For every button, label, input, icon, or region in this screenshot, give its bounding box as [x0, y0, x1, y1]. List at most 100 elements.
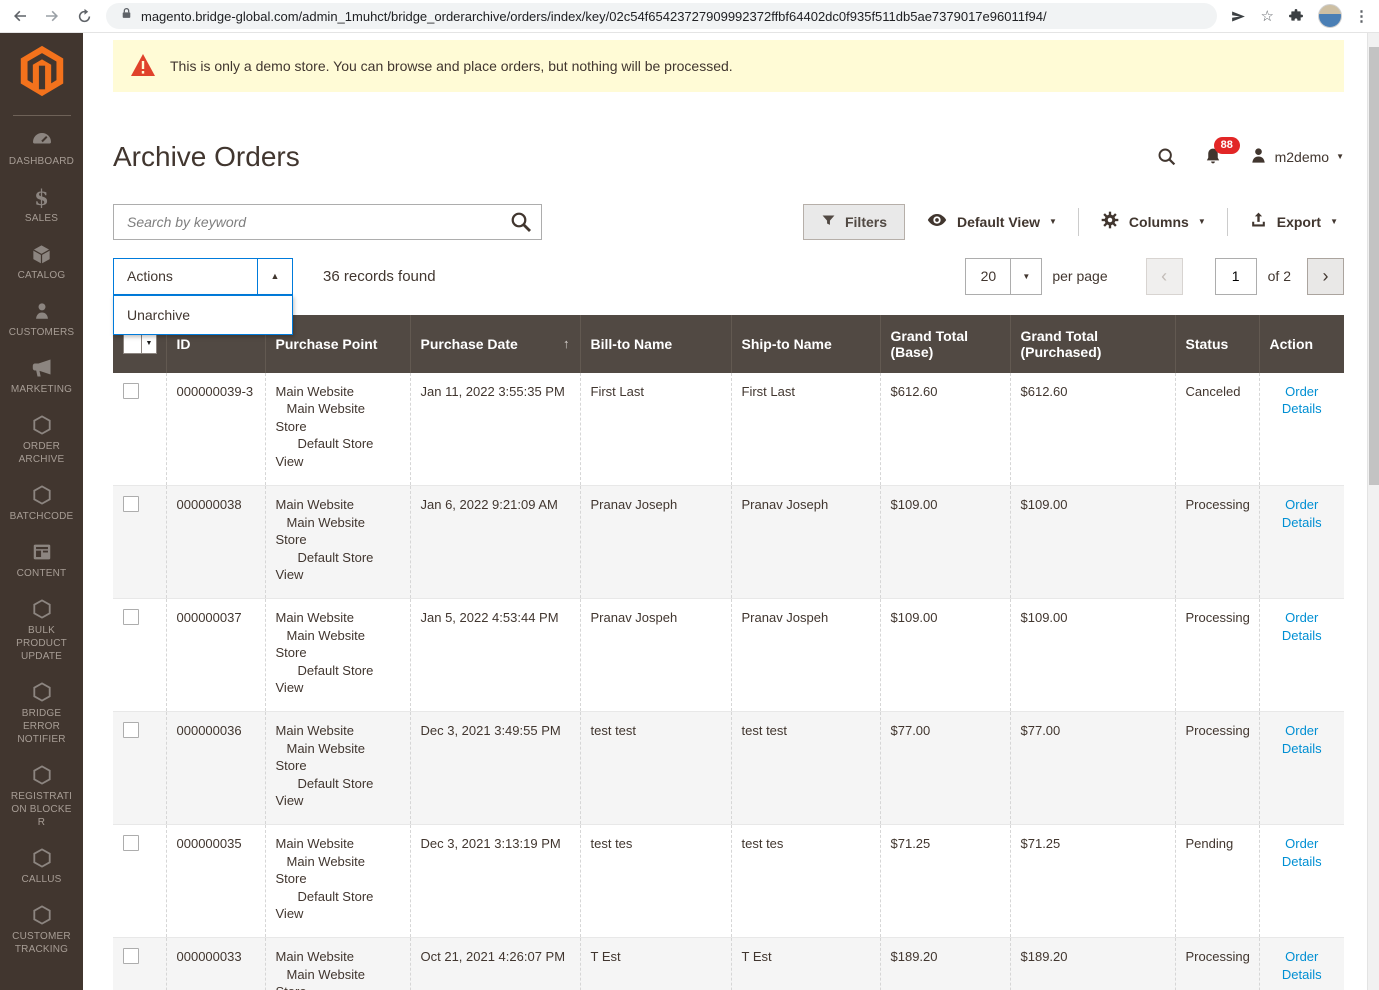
search-input[interactable] [113, 203, 542, 240]
admin-sidebar: DASHBOARD $ SALES CATALOG CUSTOMERS MARKETING… [0, 33, 83, 990]
column-header-grand-total-base-[interactable]: Grand Total (Base) [879, 314, 1010, 373]
sidebar-item-callus[interactable]: CALLUS [2, 838, 82, 895]
bookmark-star-icon[interactable]: ☆ [1261, 7, 1274, 25]
cell-purchase-date: Jan 5, 2022 4:53:44 PM [409, 598, 580, 713]
lock-icon [120, 7, 133, 25]
sidebar-item-label: CUSTOMER TRACKING [12, 931, 71, 955]
total-pages-label: of 2 [1267, 268, 1291, 285]
reload-icon[interactable] [74, 6, 94, 26]
row-checkbox[interactable] [123, 382, 139, 399]
chevron-down-icon: ▼ [1330, 217, 1338, 227]
cell-grand-total-purchased: $612.60 [1009, 372, 1175, 487]
order-details-link[interactable]: Order Details [1282, 949, 1322, 982]
back-icon[interactable] [10, 6, 30, 26]
global-search-icon[interactable] [1156, 146, 1177, 167]
default-view-button[interactable]: Default View ▼ [920, 205, 1063, 238]
cell-id: 000000036 [165, 711, 265, 826]
cell-grand-total-base: $612.60 [879, 372, 1010, 487]
sidebar-item-label: ORDER ARCHIVE [18, 441, 65, 465]
user-menu[interactable]: m2demo ▼ [1249, 146, 1344, 168]
sidebar-item-order-archive[interactable]: ORDER ARCHIVE [2, 405, 82, 475]
per-page-select[interactable]: 20 ▼ [965, 257, 1043, 295]
cell-action: Order Details [1258, 711, 1344, 826]
export-button[interactable]: Export ▼ [1243, 207, 1344, 237]
sidebar-item-registration-blocker[interactable]: REGISTRATION BLOCKER [2, 755, 82, 838]
extensions-puzzle-icon[interactable] [1286, 6, 1306, 26]
notifications-bell-icon[interactable]: 88 [1203, 137, 1240, 167]
cell-checkbox [113, 937, 166, 990]
scrollbar-thumb[interactable] [1369, 47, 1379, 485]
url-text: magento.bridge-global.com/admin_1muhct/b… [141, 8, 1047, 24]
page-scrollbar[interactable] [1367, 33, 1379, 990]
sidebar-item-bulk-product-update[interactable]: BULK PRODUCT UPDATE [2, 589, 82, 672]
address-bar[interactable]: magento.bridge-global.com/admin_1muhct/b… [106, 3, 1217, 29]
search-icon[interactable] [509, 210, 533, 239]
cell-purchase-date: Oct 21, 2021 4:26:07 PM [409, 937, 580, 990]
order-details-link[interactable]: Order Details [1282, 384, 1322, 417]
select-all-checkbox[interactable]: ▼ [123, 333, 157, 355]
send-icon[interactable] [1229, 6, 1249, 26]
hexagon-icon [31, 597, 53, 621]
sales-icon: $ [34, 184, 49, 210]
actions-label: Actions [127, 268, 173, 285]
row-checkbox[interactable] [123, 609, 139, 626]
row-checkbox[interactable] [123, 496, 139, 513]
columns-button[interactable]: Columns ▼ [1094, 206, 1212, 237]
browser-toolbar: magento.bridge-global.com/admin_1muhct/b… [0, 0, 1379, 33]
chevron-up-icon[interactable]: ▲ [257, 258, 292, 294]
cell-purchase-point: Main WebsiteMain Website StoreDefault St… [264, 937, 410, 990]
page-title: Archive Orders [113, 141, 300, 172]
sidebar-nav: DASHBOARD $ SALES CATALOG CUSTOMERS MARKETING… [2, 120, 82, 965]
cell-ship-to: test test [730, 711, 880, 826]
sidebar-item-batchcode[interactable]: BATCHCODE [2, 475, 82, 532]
sort-ascending-icon: ↑ [563, 335, 570, 351]
column-header-purchase-date[interactable]: Purchase Date ↑ [409, 314, 580, 373]
current-page-input[interactable] [1214, 257, 1257, 295]
records-found-text: 36 records found [323, 267, 436, 285]
actions-dropdown[interactable]: Actions ▲ [113, 257, 293, 295]
cell-ship-to: test tes [730, 824, 880, 939]
row-checkbox[interactable] [123, 948, 139, 965]
sidebar-item-bridge-error-notifier[interactable]: BRIDGE ERROR NOTIFIER [2, 672, 82, 755]
chevron-down-icon[interactable]: ▼ [141, 334, 156, 354]
browser-menu-icon[interactable]: ⋮ [1354, 7, 1369, 25]
forward-icon[interactable] [42, 6, 62, 26]
cell-grand-total-purchased: $109.00 [1009, 598, 1175, 713]
menu-item-unarchive[interactable]: Unarchive [114, 296, 292, 334]
cell-purchase-point: Main WebsiteMain Website StoreDefault St… [264, 485, 410, 600]
sidebar-item-marketing[interactable]: MARKETING [2, 348, 82, 405]
content-icon [31, 540, 53, 564]
cell-grand-total-purchased: $71.25 [1009, 824, 1175, 939]
sidebar-item-customer-tracking[interactable]: CUSTOMER TRACKING [2, 895, 82, 965]
column-header-status[interactable]: Status [1174, 314, 1259, 373]
sidebar-item-customers[interactable]: CUSTOMERS [2, 291, 82, 348]
sidebar-item-sales[interactable]: $ SALES [2, 177, 82, 234]
column-header-grand-total-purchased-[interactable]: Grand Total (Purchased) [1009, 314, 1175, 373]
order-details-link[interactable]: Order Details [1282, 836, 1322, 869]
previous-page-button[interactable]: ‹ [1145, 257, 1183, 295]
magento-logo[interactable] [18, 44, 66, 103]
next-page-button[interactable]: › [1307, 257, 1344, 295]
filters-button[interactable]: Filters [802, 203, 905, 240]
sidebar-item-catalog[interactable]: CATALOG [2, 234, 82, 291]
column-header-action[interactable]: Action [1258, 314, 1344, 373]
cell-bill-to: test tes [579, 824, 731, 939]
cell-purchase-point: Main WebsiteMain Website StoreDefault St… [264, 711, 410, 826]
sidebar-item-content[interactable]: CONTENT [2, 532, 82, 589]
row-checkbox[interactable] [123, 835, 139, 852]
chevron-down-icon[interactable]: ▼ [1010, 258, 1041, 294]
cell-action: Order Details [1258, 937, 1344, 990]
cell-bill-to: Pranav Jospeh [579, 598, 731, 713]
row-checkbox[interactable] [123, 722, 139, 739]
order-details-link[interactable]: Order Details [1282, 610, 1322, 643]
sidebar-item-dashboard[interactable]: DASHBOARD [2, 120, 82, 177]
cell-status: Processing [1174, 937, 1259, 990]
cell-checkbox [113, 824, 166, 939]
order-details-link[interactable]: Order Details [1282, 497, 1322, 530]
column-header-ship-to-name[interactable]: Ship-to Name [730, 314, 880, 373]
cell-ship-to: T Est [730, 937, 880, 990]
cell-bill-to: Pranav Joseph [579, 485, 731, 600]
order-details-link[interactable]: Order Details [1282, 723, 1322, 756]
browser-profile-avatar[interactable] [1318, 4, 1342, 28]
column-header-bill-to-name[interactable]: Bill-to Name [579, 314, 731, 373]
